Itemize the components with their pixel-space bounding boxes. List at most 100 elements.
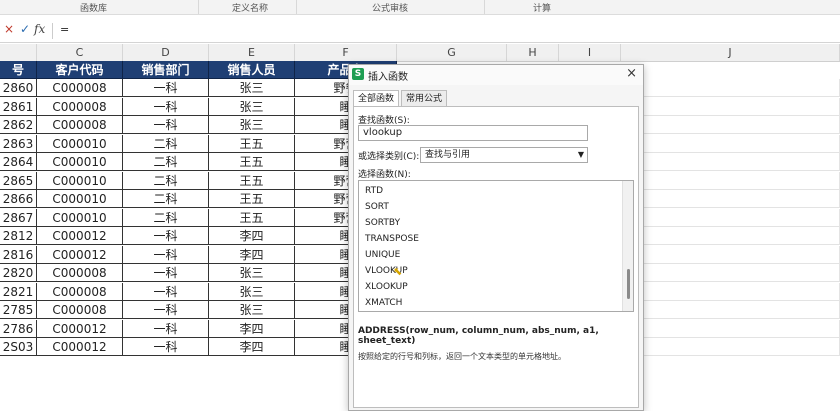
cell-salesperson[interactable]: 张三 xyxy=(209,79,295,97)
cell-customer-code[interactable]: C000010 xyxy=(37,208,123,227)
insert-function-icon[interactable]: fx xyxy=(34,22,45,36)
column-header-b[interactable] xyxy=(0,44,37,61)
cell-salesperson[interactable]: 王五 xyxy=(209,190,295,208)
scrollbar-thumb[interactable] xyxy=(627,269,630,299)
column-header-h[interactable]: H xyxy=(507,44,559,61)
cell-id[interactable]: 2821 xyxy=(0,282,37,301)
list-item[interactable]: SORT xyxy=(365,202,389,212)
cell-sales-dept[interactable]: 二科 xyxy=(123,153,209,171)
cell-customer-code[interactable]: C000008 xyxy=(37,79,123,97)
column-header-j[interactable]: J xyxy=(621,44,840,61)
list-item[interactable]: UNIQUE xyxy=(365,250,400,260)
cell-id[interactable]: 2812 xyxy=(0,227,37,245)
list-item[interactable]: TRANSPOSE xyxy=(365,234,419,244)
empty-cell[interactable] xyxy=(621,79,840,97)
cell-id[interactable]: 2865 xyxy=(0,171,37,190)
cell-id[interactable]: 2864 xyxy=(0,153,37,171)
list-item[interactable]: SORTBY xyxy=(365,218,400,228)
cell-salesperson[interactable]: 李四 xyxy=(209,227,295,245)
cell-sales-dept[interactable]: 一科 xyxy=(123,97,209,116)
cell-salesperson[interactable]: 李四 xyxy=(209,338,295,356)
close-icon[interactable]: × xyxy=(626,66,637,81)
cell-customer-code[interactable]: C000012 xyxy=(37,227,123,245)
list-item[interactable]: XMATCH xyxy=(365,298,402,308)
cell-customer-code[interactable]: C000008 xyxy=(37,264,123,282)
cell-salesperson[interactable]: 王五 xyxy=(209,153,295,171)
cell-customer-code[interactable]: C000010 xyxy=(37,190,123,208)
empty-cell[interactable] xyxy=(621,171,840,190)
cell-customer-code[interactable]: C000008 xyxy=(37,116,123,134)
cell-salesperson[interactable]: 王五 xyxy=(209,208,295,227)
cell-salesperson[interactable]: 张三 xyxy=(209,301,295,319)
empty-cell[interactable] xyxy=(621,264,840,282)
cell-salesperson[interactable]: 王五 xyxy=(209,134,295,153)
cell-id[interactable]: 2820 xyxy=(0,264,37,282)
cell-customer-code[interactable]: C000012 xyxy=(37,338,123,356)
header-cell-salesperson[interactable]: 销售人员 xyxy=(209,61,295,79)
empty-cell[interactable] xyxy=(621,116,840,134)
empty-cell[interactable] xyxy=(621,97,840,116)
cell-customer-code[interactable]: C000012 xyxy=(37,319,123,338)
confirm-icon[interactable]: ✓ xyxy=(20,22,30,36)
function-search-input[interactable]: vlookup xyxy=(358,125,588,141)
empty-cell[interactable] xyxy=(621,190,840,208)
cell-customer-code[interactable]: C000008 xyxy=(37,301,123,319)
category-select[interactable]: 查找与引用 ▼ xyxy=(420,147,588,163)
cell-sales-dept[interactable]: 二科 xyxy=(123,171,209,190)
cell-sales-dept[interactable]: 一科 xyxy=(123,301,209,319)
column-header-e[interactable]: E xyxy=(209,44,295,61)
cell-id[interactable]: 2786 xyxy=(0,319,37,338)
cell-id[interactable]: 2861 xyxy=(0,97,37,116)
column-header-f[interactable]: F xyxy=(295,44,397,61)
cell-id[interactable]: 2863 xyxy=(0,134,37,153)
cell-salesperson[interactable]: 李四 xyxy=(209,319,295,338)
formula-input[interactable]: = xyxy=(60,23,69,36)
empty-cell[interactable] xyxy=(621,301,840,319)
cell-sales-dept[interactable]: 二科 xyxy=(123,190,209,208)
cell-customer-code[interactable]: C000010 xyxy=(37,171,123,190)
cell-id[interactable]: 2860 xyxy=(0,79,37,97)
cell-sales-dept[interactable]: 一科 xyxy=(123,319,209,338)
empty-cell[interactable] xyxy=(621,245,840,264)
empty-cell[interactable] xyxy=(621,153,840,171)
cell-customer-code[interactable]: C000010 xyxy=(37,134,123,153)
cell-id[interactable]: 2785 xyxy=(0,301,37,319)
cell-salesperson[interactable]: 张三 xyxy=(209,97,295,116)
cell-sales-dept[interactable]: 一科 xyxy=(123,338,209,356)
column-header-i[interactable]: I xyxy=(559,44,621,61)
cell-salesperson[interactable]: 张三 xyxy=(209,264,295,282)
cell-sales-dept[interactable]: 一科 xyxy=(123,227,209,245)
empty-cell[interactable] xyxy=(621,227,840,245)
column-header-g[interactable]: G xyxy=(397,44,507,61)
header-cell-customer-code[interactable]: 客户代码 xyxy=(37,61,123,79)
empty-cell[interactable] xyxy=(621,282,840,301)
cell-sales-dept[interactable]: 一科 xyxy=(123,282,209,301)
cell-sales-dept[interactable]: 二科 xyxy=(123,134,209,153)
cell-salesperson[interactable]: 张三 xyxy=(209,116,295,134)
header-cell-id[interactable]: 号 xyxy=(0,61,37,79)
header-cell-sales-dept[interactable]: 销售部门 xyxy=(123,61,209,79)
cancel-icon[interactable]: × xyxy=(4,22,14,36)
column-header-c[interactable]: C xyxy=(37,44,123,61)
cell-sales-dept[interactable]: 一科 xyxy=(123,116,209,134)
list-item[interactable]: XLOOKUP xyxy=(365,282,408,292)
function-list[interactable]: RTD SORT SORTBY TRANSPOSE UNIQUE VLOOKUP… xyxy=(358,180,634,312)
cell-sales-dept[interactable]: 一科 xyxy=(123,264,209,282)
cell-customer-code[interactable]: C000008 xyxy=(37,97,123,116)
empty-cell[interactable] xyxy=(621,134,840,153)
cell-id[interactable]: 2S03 xyxy=(0,338,37,356)
dialog-title-bar[interactable]: S 插入函数 × xyxy=(349,65,643,85)
cell-sales-dept[interactable]: 一科 xyxy=(123,245,209,264)
empty-cell[interactable] xyxy=(621,208,840,227)
empty-cell[interactable] xyxy=(621,319,840,338)
cell-customer-code[interactable]: C000010 xyxy=(37,153,123,171)
cell-sales-dept[interactable]: 一科 xyxy=(123,79,209,97)
cell-id[interactable]: 2866 xyxy=(0,190,37,208)
cell-id[interactable]: 2867 xyxy=(0,208,37,227)
cell-id[interactable]: 2816 xyxy=(0,245,37,264)
cell-salesperson[interactable]: 李四 xyxy=(209,245,295,264)
empty-cell[interactable] xyxy=(621,338,840,356)
cell-customer-code[interactable]: C000012 xyxy=(37,245,123,264)
cell-salesperson[interactable]: 张三 xyxy=(209,282,295,301)
column-header-d[interactable]: D xyxy=(123,44,209,61)
